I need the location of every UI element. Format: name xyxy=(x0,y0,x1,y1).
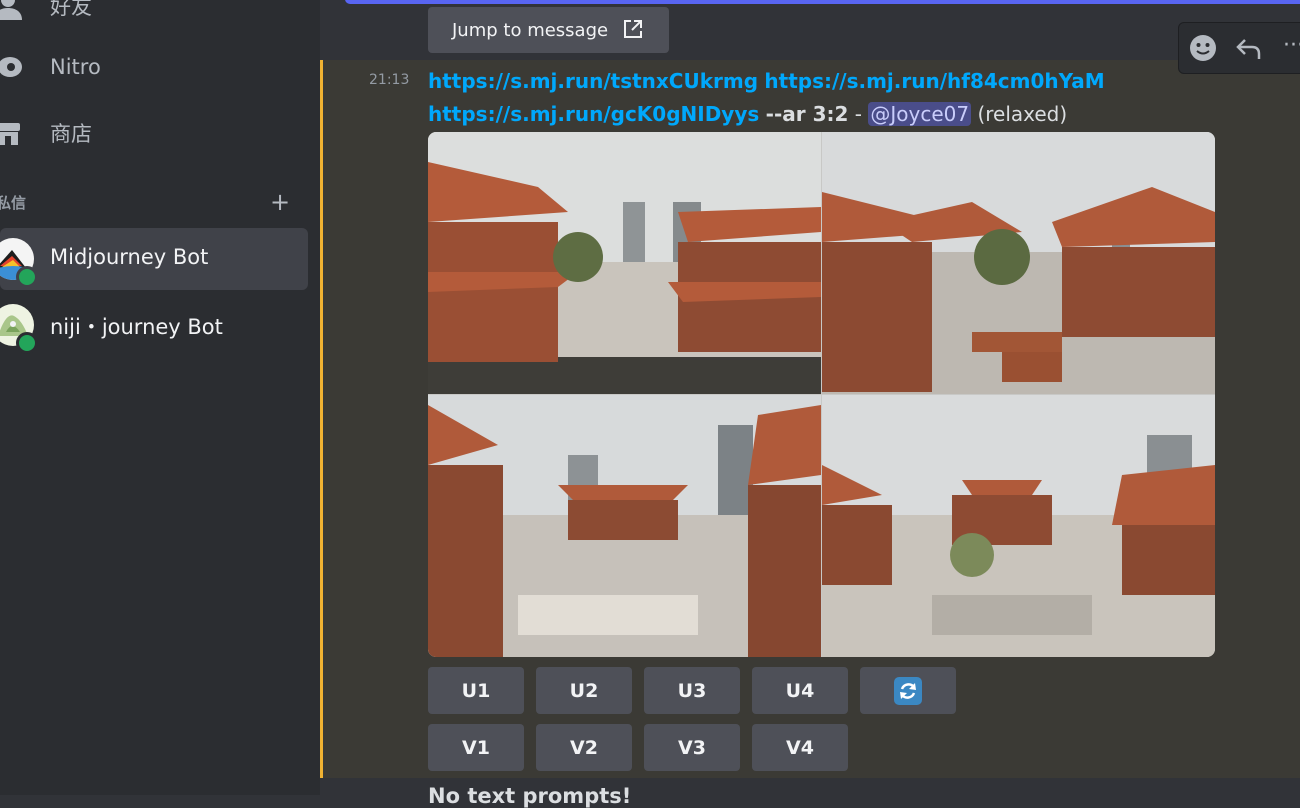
nav-friends[interactable]: 好友 xyxy=(0,0,308,28)
online-status-icon xyxy=(16,266,38,288)
upscale-button-4[interactable]: U4 xyxy=(752,667,848,714)
external-link-icon xyxy=(624,20,642,38)
upscale-button-3[interactable]: U3 xyxy=(644,667,740,714)
top-banner-strip xyxy=(345,0,1300,4)
nav-nitro-label: Nitro xyxy=(50,55,101,79)
variation-button-2[interactable]: V2 xyxy=(536,724,632,771)
image-tile-3 xyxy=(428,395,821,657)
separator: - xyxy=(854,102,862,126)
reroll-button[interactable] xyxy=(860,667,956,714)
refresh-icon xyxy=(894,676,922,705)
mode-label: (relaxed) xyxy=(977,102,1068,126)
upscale-button-2[interactable]: U2 xyxy=(536,667,632,714)
dm-name: niji・journey Bot xyxy=(50,315,223,339)
add-dm-button[interactable]: + xyxy=(270,188,290,216)
prompt-link[interactable]: https://s.mj.run/tstnxCUkrmg xyxy=(428,69,758,93)
emoji-icon[interactable] xyxy=(1189,34,1217,62)
nav-friends-label: 好友 xyxy=(50,0,92,19)
dm-name: Midjourney Bot xyxy=(50,245,209,269)
jump-label: Jump to message xyxy=(452,19,609,41)
variation-button-1[interactable]: V1 xyxy=(428,724,524,771)
variation-button-4[interactable]: V4 xyxy=(752,724,848,771)
timestamp: 21:13 xyxy=(369,72,410,88)
message: 21:13 https://s.mj.run/tstnxCUkrmg https… xyxy=(320,60,1300,778)
next-message-text: No text prompts! xyxy=(428,784,632,808)
online-status-icon xyxy=(16,332,38,354)
prompt-text: https://s.mj.run/tstnxCUkrmg https://s.m… xyxy=(428,65,1128,131)
prompt-link[interactable]: https://s.mj.run/hf84cm0hYaM xyxy=(764,69,1104,93)
mention-highlight-bar xyxy=(320,60,323,778)
prompt-flags: --ar 3:2 xyxy=(765,102,849,126)
image-tile-1 xyxy=(428,132,821,394)
user-mention[interactable]: @Joyce07 xyxy=(868,102,972,126)
shop-icon xyxy=(0,123,20,145)
dm-header-title: 私信 xyxy=(0,194,27,212)
sidebar: 好友 Nitro 商店 私信 + Midjourney Bot niji・jou… xyxy=(0,0,320,795)
more-icon[interactable]: ··· xyxy=(1283,33,1300,58)
nitro-icon xyxy=(0,57,22,77)
upscale-button-1[interactable]: U1 xyxy=(428,667,524,714)
dm-item-midjourney[interactable]: Midjourney Bot xyxy=(0,228,308,290)
friends-icon xyxy=(0,0,22,20)
image-tile-4 xyxy=(822,395,1215,657)
nav-nitro[interactable]: Nitro xyxy=(0,45,308,89)
variation-button-3[interactable]: V3 xyxy=(644,724,740,771)
nav-shop[interactable]: 商店 xyxy=(0,111,308,155)
message-toolbar: ··· xyxy=(1178,22,1300,74)
dm-item-niji[interactable]: niji・journey Bot xyxy=(0,294,308,356)
image-tile-2 xyxy=(822,132,1215,394)
image-grid[interactable] xyxy=(428,132,1215,657)
dm-header: 私信 + xyxy=(0,188,300,218)
reply-icon[interactable] xyxy=(1235,34,1263,62)
prompt-link[interactable]: https://s.mj.run/gcK0gNIDyys xyxy=(428,102,759,126)
nav-shop-label: 商店 xyxy=(50,122,92,146)
